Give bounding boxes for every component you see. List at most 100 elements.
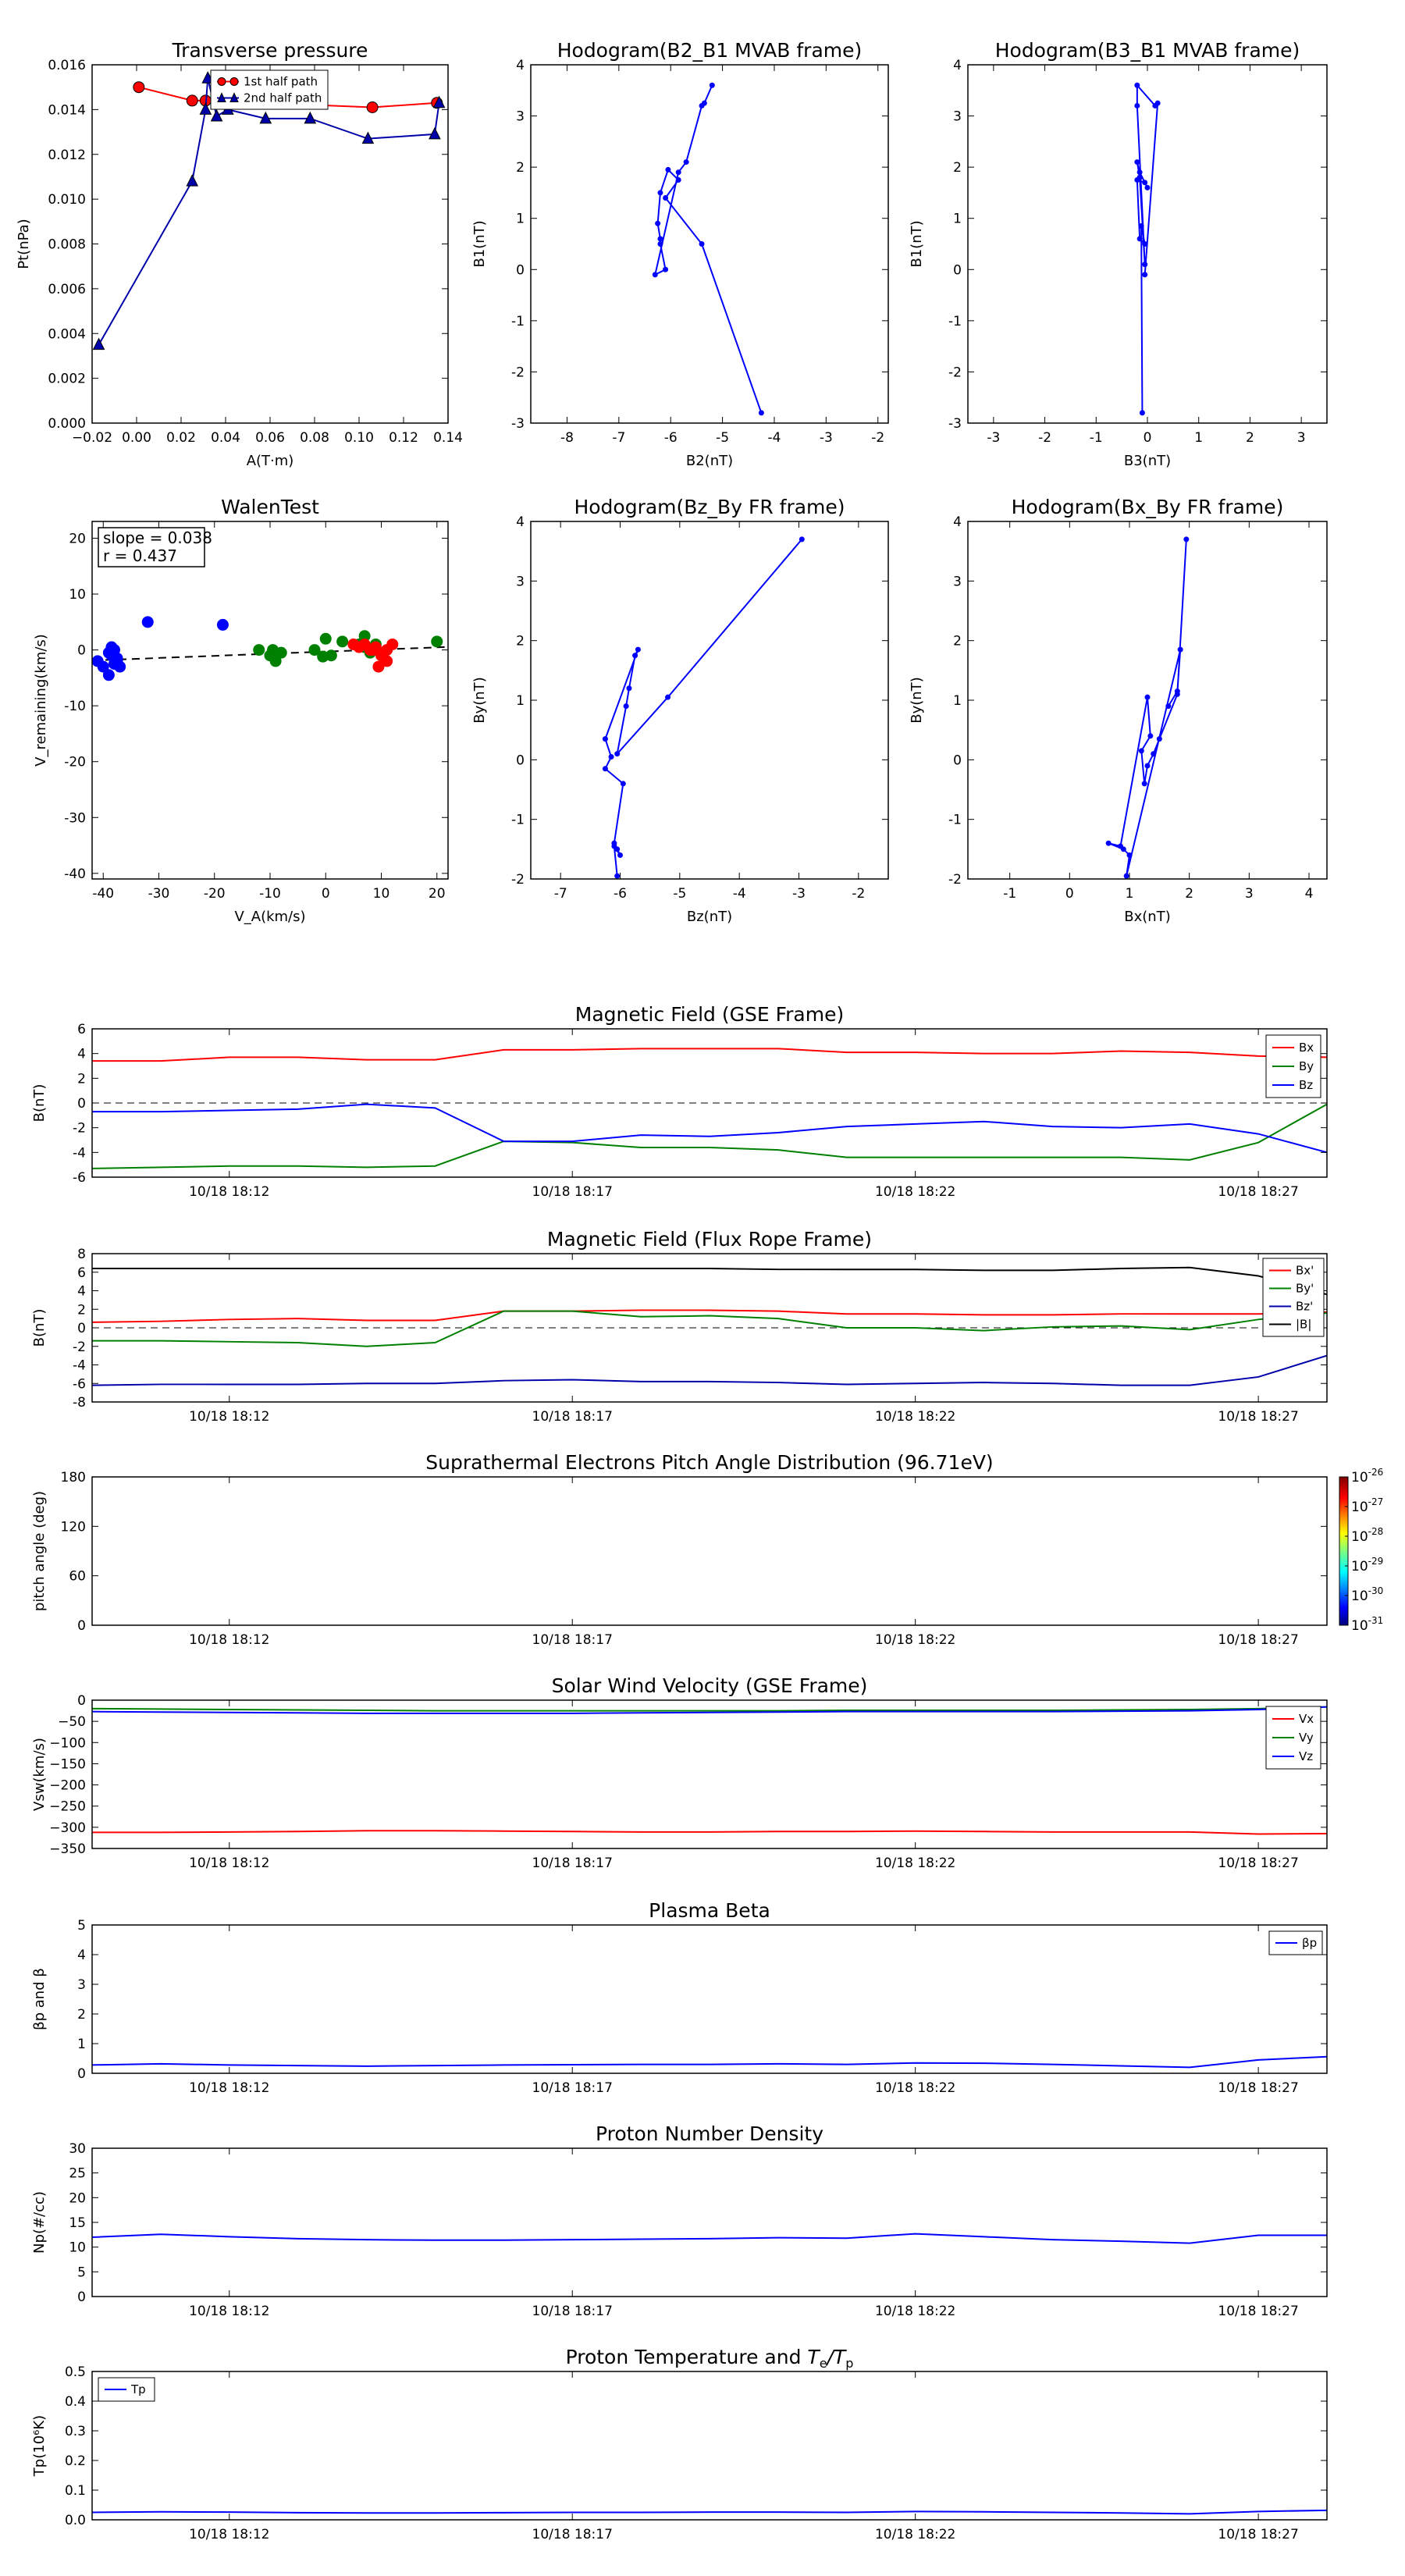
data-point [1126, 852, 1133, 858]
y-tick-label: 0.4 [65, 2394, 86, 2410]
x-tick-label: 10/18 18:22 [875, 2080, 955, 2096]
colorbar-tick-label: 10-26 [1351, 1467, 1383, 1485]
chart-title: Hodogram(B2_B1 MVAB frame) [557, 39, 863, 62]
plot-frame [530, 64, 889, 424]
plot-frame [91, 1699, 1328, 1849]
y-tick-label: -2 [511, 872, 525, 888]
colorbar-tick-label: 10-29 [1351, 1556, 1383, 1574]
x-tick-label: -10 [259, 886, 281, 902]
y-axis-label: Vsw(km/s) [31, 1738, 48, 1811]
y-tick-label: 1 [953, 212, 962, 227]
x-tick-label: 0.06 [255, 430, 285, 446]
y-tick-label: −250 [49, 1799, 86, 1815]
y-tick-label: -4 [73, 1145, 86, 1161]
chart-title: Suprathermal Electrons Pitch Angle Distr… [425, 1451, 993, 1474]
annotation-text: r = 0.437 [103, 546, 177, 565]
chart-title: Hodogram(Bz_By FR frame) [574, 496, 845, 518]
series-line [92, 2233, 1327, 2244]
scatter-point [372, 660, 385, 673]
magnetic-field-flux-rope-chart: Magnetic Field (Flux Rope Frame) 10/18 18… [31, 1228, 1328, 1425]
y-tick-label: 6 [77, 1265, 86, 1281]
y-tick-label: 3 [77, 1977, 86, 1993]
x-axis-label: Bz(nT) [687, 909, 732, 925]
plot-area [92, 71, 446, 350]
legend-label: Vz [1299, 1749, 1313, 1763]
y-tick-label: -20 [64, 755, 86, 770]
y-tick-label: 3 [953, 574, 962, 589]
y-tick-label: 30 [69, 2141, 86, 2157]
series-line [92, 2055, 1327, 2069]
x-tick-label: 10/18 18:12 [189, 2080, 269, 2096]
title-math-base: /T [826, 2346, 847, 2368]
plot-area [92, 616, 448, 681]
legend: 1st half path 2nd half path [210, 69, 329, 110]
colorbar-exponent: -28 [1368, 1526, 1384, 1537]
x-tick-label: -3 [820, 430, 833, 446]
data-point [1134, 102, 1140, 109]
y-tick-label: -3 [948, 416, 962, 432]
data-point [429, 126, 441, 140]
x-tick-label: -2 [852, 886, 865, 902]
plot-area [92, 2055, 1327, 2069]
y-tick-label: 2 [516, 634, 525, 649]
data-point [1138, 223, 1144, 229]
y-tick-label: -2 [948, 872, 962, 888]
plot-area [92, 1048, 1327, 1169]
chart-title: Hodogram(Bx_By FR frame) [1012, 496, 1284, 518]
legend-label: By [1299, 1059, 1314, 1073]
x-tick-label: −0.02 [72, 430, 112, 446]
y-tick-label: 1 [516, 212, 525, 227]
chart-title: Proton Temperature and Te/Tp [566, 2346, 854, 2371]
x-tick-label: 10/18 18:17 [532, 1409, 613, 1425]
figure-canvas: Transverse pressure−0.02 0.00 0.02 0.04 0.06… [16, 39, 1383, 2542]
y-tick-label: 0.006 [48, 282, 86, 297]
chart-title: Magnetic Field (Flux Rope Frame) [547, 1228, 872, 1251]
annotation-text: slope = 0.038 [103, 528, 212, 547]
data-point [1156, 736, 1162, 742]
series-line [1108, 539, 1187, 877]
legend-label: Bz' [1296, 1300, 1313, 1314]
y-tick-label: 20 [69, 2190, 86, 2206]
legend-label: 2nd half path [244, 91, 322, 105]
data-point [92, 337, 105, 350]
legend-label: 1st half path [244, 75, 318, 89]
plot-area [652, 82, 764, 416]
data-point [1120, 846, 1126, 852]
y-tick-label: -10 [64, 699, 86, 714]
y-tick-label: 3 [516, 109, 525, 125]
x-tick-label: 3 [1245, 886, 1254, 902]
x-axis-label: A(T·m) [247, 453, 294, 469]
y-tick-label: 0 [77, 643, 86, 659]
y-tick-label: 10 [69, 587, 86, 603]
x-tick-label: -30 [148, 886, 170, 902]
x-tick-label: -6 [614, 886, 627, 902]
y-tick-label: 4 [77, 1284, 86, 1300]
y-tick-label: 0.010 [48, 192, 86, 208]
y-tick-label: −300 [49, 1820, 86, 1836]
hodogram-bz-by-chart: Hodogram(Bz_By FR frame) -7 -6 -5 -4 -3 -2 -2 -1… [471, 496, 889, 925]
x-tick-label: 10/18 18:27 [1218, 1184, 1298, 1200]
colorbar-exponent: -26 [1368, 1467, 1384, 1478]
data-point [1139, 410, 1145, 416]
y-axis-label: pitch angle (deg) [31, 1491, 48, 1611]
data-point [1142, 262, 1148, 268]
data-point [1144, 184, 1151, 190]
y-tick-label: 2 [953, 634, 962, 649]
x-tick-label: 0 [1144, 430, 1152, 446]
plot-area [1134, 82, 1161, 416]
data-point [1154, 100, 1161, 106]
magnetic-field-gse-chart: Magnetic Field (GSE Frame) 10/18 18:12 10/… [31, 1003, 1328, 1200]
y-tick-label: 25 [69, 2166, 86, 2182]
y-tick-label: −100 [49, 1735, 86, 1751]
y-tick-label: 4 [953, 514, 962, 530]
y-axis-label: B(nT) [31, 1084, 48, 1123]
pitch-angle-chart: Suprathermal Electrons Pitch Angle Distr… [31, 1451, 1383, 1648]
x-tick-label: -2 [871, 430, 884, 446]
x-tick-label: -8 [560, 430, 574, 446]
y-tick-label: 180 [61, 1470, 86, 1485]
y-tick-label: 5 [77, 1918, 86, 1934]
chart-title: Hodogram(B3_B1 MVAB frame) [995, 39, 1300, 62]
y-tick-label: 0.2 [65, 2453, 86, 2469]
plot-area [92, 1706, 1327, 1835]
x-tick-label: 10/18 18:17 [532, 2080, 613, 2096]
